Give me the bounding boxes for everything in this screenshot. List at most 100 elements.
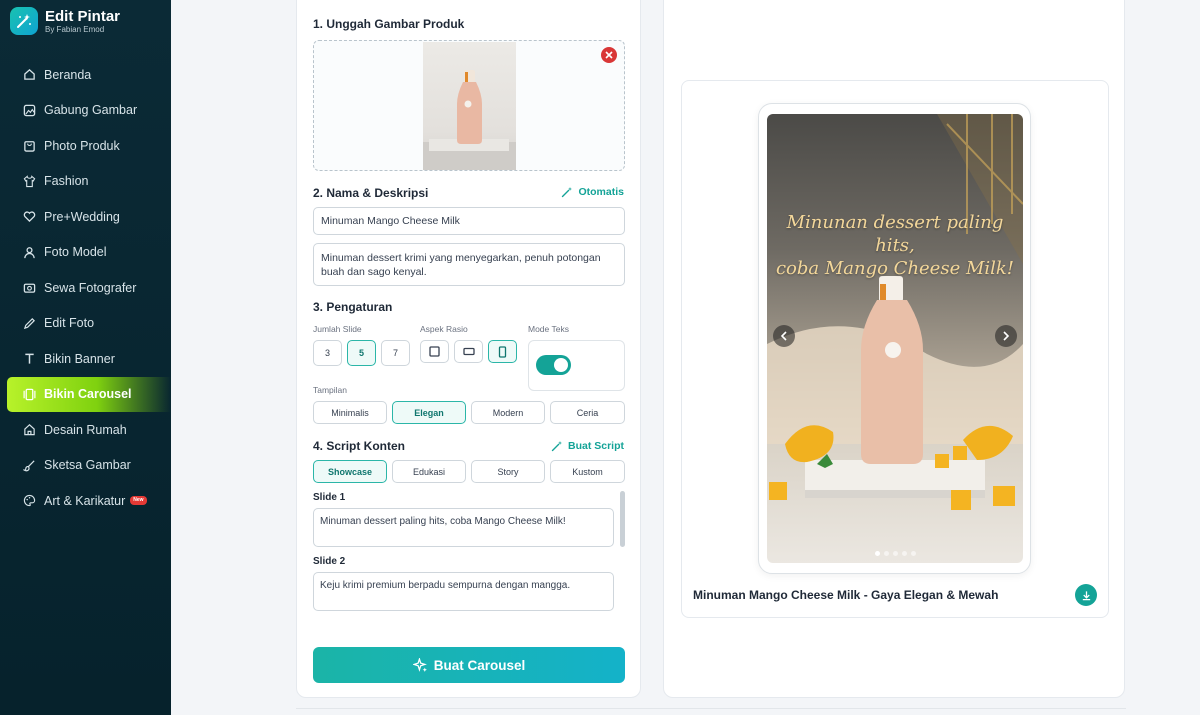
text-mode-toggle[interactable]	[536, 355, 571, 375]
sidebar-item-beranda[interactable]: Beranda	[0, 57, 171, 93]
shirt-icon	[22, 174, 36, 188]
product-name-input[interactable]	[313, 207, 625, 235]
sidebar-item-edit-foto[interactable]: Edit Foto	[0, 306, 171, 342]
pagination-dot[interactable]	[901, 551, 907, 556]
tab-showcase[interactable]: Showcase	[313, 460, 387, 483]
ratio-square-button[interactable]	[420, 340, 449, 363]
slide-count-7[interactable]: 7	[381, 340, 410, 366]
remove-image-button[interactable]	[601, 47, 617, 63]
chevron-left-icon	[780, 331, 787, 341]
sidebar-item-label: Bikin Banner	[44, 351, 115, 366]
carousel-slide-image[interactable]: Minunan dessert paling hits, coba Mango …	[767, 114, 1023, 563]
pagination-dot[interactable]	[883, 551, 889, 556]
generate-script-button[interactable]: Buat Script	[551, 440, 624, 452]
tab-edukasi[interactable]: Edukasi	[392, 460, 466, 483]
section-name-title: 2. Nama & Deskripsi	[313, 186, 429, 200]
style-ceria[interactable]: Ceria	[550, 401, 625, 424]
palette-icon	[22, 494, 36, 508]
carousel-preview-panel: Minunan dessert paling hits, coba Mango …	[663, 0, 1125, 698]
toggle-knob	[554, 358, 568, 372]
pagination-dot[interactable]	[874, 551, 880, 556]
sidebar-item-foto-model[interactable]: Foto Model	[0, 235, 171, 271]
section-upload-title: 1. Unggah Gambar Produk	[313, 17, 465, 31]
magic-wand-icon	[551, 441, 562, 452]
sidebar-item-fashion[interactable]: Fashion	[0, 164, 171, 200]
style-minimalis[interactable]: Minimalis	[313, 401, 387, 424]
sidebar-item-label: Gabung Gambar	[44, 103, 138, 118]
brush-icon	[22, 458, 36, 472]
product-description-input[interactable]: Minuman dessert krimi yang menyegarkan, …	[313, 243, 625, 286]
house-icon	[22, 423, 36, 437]
auto-fill-label: Otomatis	[578, 186, 624, 198]
sidebar-item-sewa-fotografer[interactable]: Sewa Fotografer	[0, 270, 171, 306]
sidebar-item-gabung-gambar[interactable]: Gabung Gambar	[0, 93, 171, 129]
text-mode-label: Mode Teks	[528, 324, 569, 334]
ratio-portrait-button[interactable]	[488, 340, 517, 363]
home-icon	[22, 68, 36, 82]
pagination-dot[interactable]	[892, 551, 898, 556]
download-icon	[1082, 590, 1090, 600]
style-label: Tampilan	[313, 385, 348, 395]
landscape-ratio-icon	[462, 347, 475, 356]
slide-count-3[interactable]: 3	[313, 340, 342, 366]
carousel-form-panel: 1. Unggah Gambar Produk 2. Nama & Deskri…	[296, 0, 641, 698]
download-button[interactable]	[1075, 584, 1097, 606]
slide-2-label: Slide 2	[313, 556, 346, 567]
sidebar-item-bikin-banner[interactable]: Bikin Banner	[0, 341, 171, 377]
image-icon	[22, 103, 36, 117]
section-settings-title: 3. Pengaturan	[313, 300, 393, 314]
overlay-line-1: Minunan dessert paling hits,	[786, 212, 1004, 256]
sidebar-item-label: Photo Produk	[44, 138, 120, 153]
magic-wand-logo-icon	[10, 7, 38, 35]
carousel-result-card: Minunan dessert paling hits, coba Mango …	[681, 80, 1109, 618]
square-ratio-icon	[429, 346, 440, 357]
pencil-icon	[22, 316, 36, 330]
generate-script-label: Buat Script	[567, 440, 624, 452]
divider	[296, 708, 1126, 709]
carousel-icon	[22, 387, 36, 401]
carousel-prev-button[interactable]	[773, 325, 795, 347]
image-upload-area[interactable]	[313, 40, 625, 171]
slide-count-5[interactable]: 5	[347, 340, 376, 366]
carousel-next-button[interactable]	[995, 325, 1017, 347]
slide-count-label: Jumlah Slide	[313, 324, 362, 334]
user-icon	[22, 245, 36, 259]
pagination-dot[interactable]	[910, 551, 916, 556]
text-icon	[22, 352, 36, 366]
tab-story[interactable]: Story	[471, 460, 545, 483]
sidebar-item-label: Pre+Wedding	[44, 209, 120, 224]
brand-subtitle: By Fabian Emod	[45, 24, 105, 34]
slide-2-textarea[interactable]: Keju krimi premium berpadu sempurna deng…	[313, 572, 614, 611]
sidebar-item-photo-produk[interactable]: Photo Produk	[0, 128, 171, 164]
sidebar-item-art-karikatur[interactable]: Art & Karikatur New	[0, 483, 171, 519]
sidebar-item-label: Bikin Carousel	[44, 387, 132, 402]
text-mode-box	[528, 340, 625, 391]
phone-frame: Minunan dessert paling hits, coba Mango …	[758, 103, 1031, 574]
aspect-ratio-label: Aspek Rasio	[420, 324, 468, 334]
auto-fill-button[interactable]: Otomatis	[561, 186, 624, 198]
brand[interactable]: Edit Pintar By Fabian Emod	[10, 7, 120, 35]
overlay-line-2: coba Mango Cheese Milk!	[775, 258, 1015, 279]
style-elegan[interactable]: Elegan	[392, 401, 466, 424]
tab-kustom[interactable]: Kustom	[550, 460, 625, 483]
sidebar-item-desain-rumah[interactable]: Desain Rumah	[0, 412, 171, 448]
portrait-ratio-icon	[498, 345, 507, 358]
create-carousel-button[interactable]: Buat Carousel	[313, 647, 625, 683]
section-script-title: 4. Script Konten	[313, 439, 406, 453]
sidebar-item-sketsa-gambar[interactable]: Sketsa Gambar	[0, 448, 171, 484]
create-carousel-label: Buat Carousel	[433, 657, 526, 673]
camera-icon	[22, 281, 36, 295]
carousel-caption: Minuman Mango Cheese Milk - Gaya Elegan …	[693, 588, 999, 602]
style-modern[interactable]: Modern	[471, 401, 545, 424]
ratio-landscape-button[interactable]	[454, 340, 483, 363]
sidebar-item-label: Art & Karikatur	[44, 493, 126, 508]
sidebar-item-bikin-carousel[interactable]: Bikin Carousel	[7, 376, 171, 412]
slide-1-textarea[interactable]: Minuman dessert paling hits, coba Mango …	[313, 508, 614, 547]
sidebar-item-label: Desain Rumah	[44, 422, 127, 437]
script-scrollbar[interactable]	[620, 491, 625, 621]
sidebar-item-label: Edit Foto	[44, 316, 95, 331]
scrollbar-thumb[interactable]	[620, 491, 625, 547]
sidebar-item-pre-wedding[interactable]: Pre+Wedding	[0, 199, 171, 235]
new-badge: New	[130, 496, 147, 506]
sidebar-item-label: Sewa Fotografer	[44, 280, 137, 295]
